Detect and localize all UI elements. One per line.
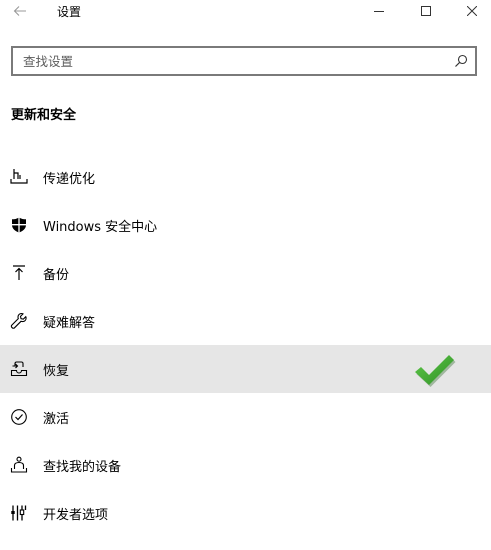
back-arrow-icon (13, 6, 26, 16)
nav-item-label: 传递优化 (43, 171, 96, 187)
find-device-person-icon (9, 455, 29, 475)
wrench-icon (9, 311, 29, 331)
nav-list: 传递优化 Windows 安全中心 备份 疑难解答 恢复 激活 查找我的设备 开… (0, 153, 491, 537)
nav-item-delivery-optimization[interactable]: 传递优化 (0, 153, 491, 201)
nav-item-troubleshoot[interactable]: 疑难解答 (0, 297, 491, 345)
maximize-button[interactable] (403, 0, 449, 22)
backup-arrow-up-icon (9, 263, 29, 283)
nav-item-label: 查找我的设备 (43, 459, 122, 475)
minimize-button[interactable] (356, 0, 402, 22)
delivery-optimization-icon (9, 167, 29, 187)
green-checkmark-icon (415, 355, 456, 387)
section-title: 更新和安全 (11, 108, 77, 123)
nav-item-label: Windows 安全中心 (43, 219, 158, 235)
nav-item-developer-options[interactable]: 开发者选项 (0, 489, 491, 537)
search-input[interactable] (13, 48, 447, 74)
search-box[interactable] (11, 46, 477, 76)
nav-item-label: 开发者选项 (43, 507, 109, 523)
close-icon (467, 6, 477, 16)
nav-item-find-my-device[interactable]: 查找我的设备 (0, 441, 491, 489)
recovery-icon (9, 359, 29, 379)
minimize-icon (374, 11, 384, 12)
nav-item-label: 疑难解答 (43, 315, 96, 331)
nav-item-activation[interactable]: 激活 (0, 393, 491, 441)
nav-item-label: 恢复 (43, 363, 70, 379)
nav-item-label: 备份 (43, 267, 70, 283)
close-button[interactable] (449, 0, 491, 22)
title-bar: 设置 (0, 0, 491, 24)
window-title: 设置 (57, 5, 82, 19)
nav-item-backup[interactable]: 备份 (0, 249, 491, 297)
check-circle-icon (9, 407, 29, 427)
nav-item-recovery[interactable]: 恢复 (0, 345, 491, 393)
maximize-icon (421, 6, 431, 16)
shield-icon (9, 215, 29, 235)
search-icon[interactable] (447, 48, 475, 74)
developer-tools-icon (9, 503, 29, 523)
nav-item-label: 激活 (43, 411, 70, 427)
nav-item-windows-security[interactable]: Windows 安全中心 (0, 201, 491, 249)
back-button[interactable] (6, 0, 34, 22)
